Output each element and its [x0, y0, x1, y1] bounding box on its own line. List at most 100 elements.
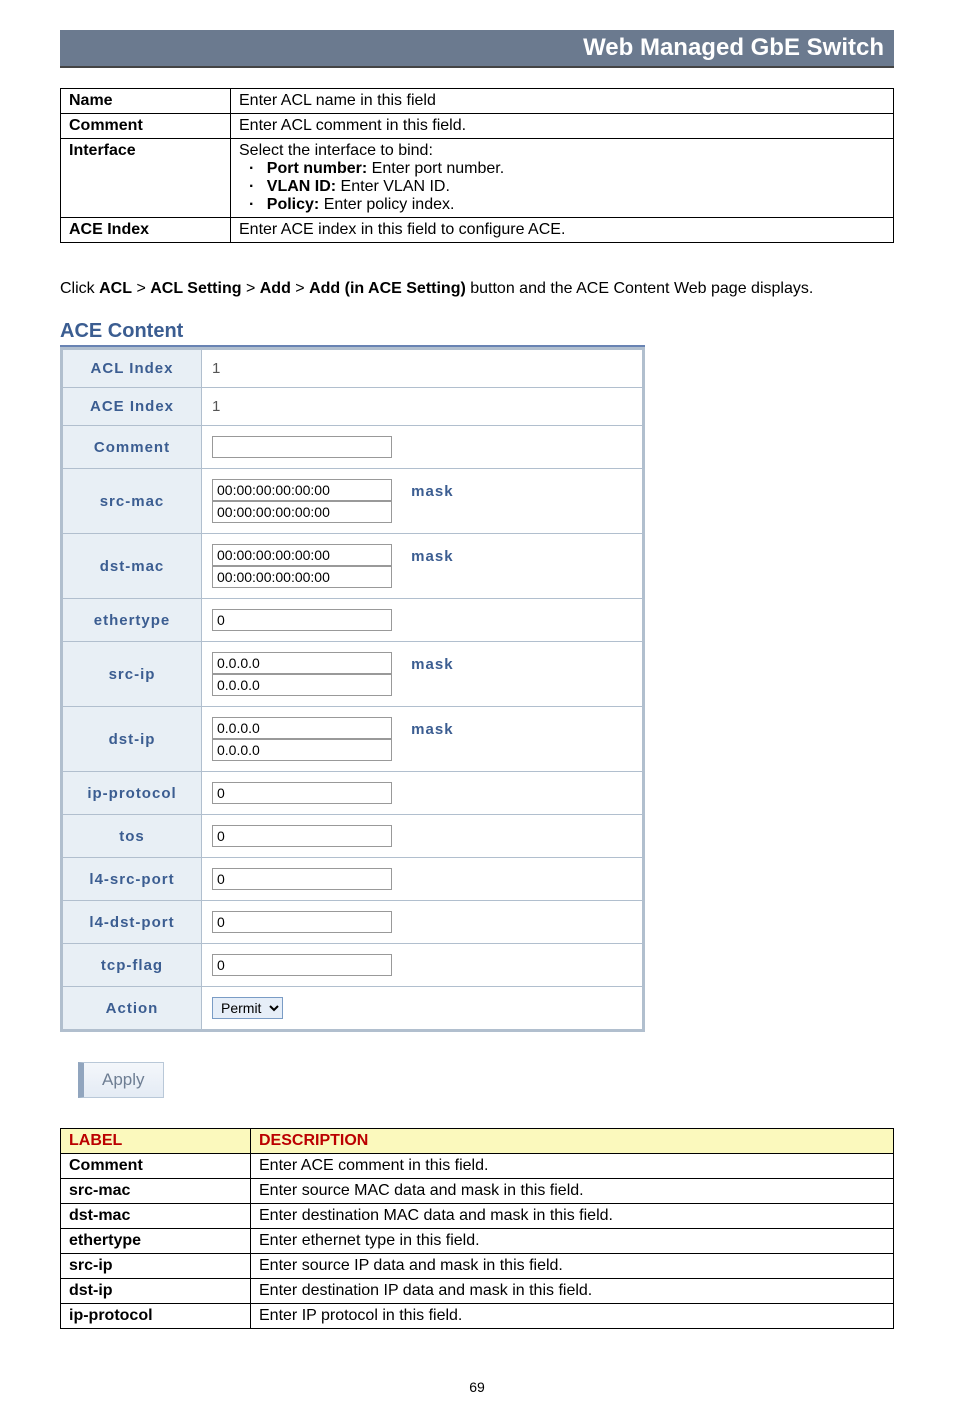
tcp-flag-label: tcp-flag	[62, 944, 202, 987]
table-row: src-ip mask	[62, 642, 644, 707]
page-number: 69	[60, 1379, 894, 1395]
param-label: Comment	[61, 1154, 251, 1179]
param-desc: Enter IP protocol in this field.	[251, 1304, 894, 1329]
ip-protocol-label: ip-protocol	[62, 772, 202, 815]
param-desc: Enter destination IP data and mask in th…	[251, 1279, 894, 1304]
param-desc: Enter ethernet type in this field.	[251, 1229, 894, 1254]
param-label: ethertype	[61, 1229, 251, 1254]
comment-input[interactable]	[212, 436, 392, 458]
param-desc: Enter ACE index in this field to configu…	[231, 218, 894, 243]
mask-label: mask	[411, 721, 453, 738]
param-label: dst-mac	[61, 1204, 251, 1229]
l4-src-port-input[interactable]	[212, 868, 392, 890]
ace-content-title: ACE Content	[60, 320, 645, 347]
acl-index-value: 1	[202, 349, 644, 388]
mask-label: mask	[411, 656, 453, 673]
interface-item-bold: Policy:	[267, 196, 319, 213]
interface-item-rest: Enter policy index.	[319, 196, 454, 213]
table-row: ethertype	[62, 599, 644, 642]
param-label: dst-ip	[61, 1279, 251, 1304]
src-mac-mask-input[interactable]	[212, 501, 392, 523]
table-row: ACE Index 1	[62, 388, 644, 426]
param-desc: Enter ACL name in this field	[231, 89, 894, 114]
param-desc: Enter source IP data and mask in this fi…	[251, 1254, 894, 1279]
param-desc: Enter source MAC data and mask in this f…	[251, 1179, 894, 1204]
page-header: Web Managed GbE Switch	[60, 30, 894, 68]
interface-desc: Select the interface to bind:	[239, 142, 433, 159]
table-row: ip-protocol	[62, 772, 644, 815]
mask-label: mask	[411, 548, 453, 565]
apply-button[interactable]: Apply	[78, 1062, 164, 1098]
table-row: Interface Select the interface to bind: …	[61, 139, 894, 218]
table-row: ethertypeEnter ethernet type in this fie…	[61, 1229, 894, 1254]
acl-index-label: ACL Index	[62, 349, 202, 388]
interface-item-rest: Enter port number.	[367, 160, 504, 177]
table-row: Action Permit	[62, 987, 644, 1031]
action-select[interactable]: Permit	[212, 997, 283, 1019]
src-mac-label: src-mac	[62, 469, 202, 534]
table-row: ACL Index 1	[62, 349, 644, 388]
param-label: src-mac	[61, 1179, 251, 1204]
action-label: Action	[62, 987, 202, 1031]
param-table-1: Name Enter ACL name in this field Commen…	[60, 88, 894, 243]
table-row: CommentEnter ACE comment in this field.	[61, 1154, 894, 1179]
table-row: ip-protocolEnter IP protocol in this fie…	[61, 1304, 894, 1329]
table-row: l4-src-port	[62, 858, 644, 901]
src-ip-input[interactable]	[212, 652, 392, 674]
param-label: src-ip	[61, 1254, 251, 1279]
tcp-flag-input[interactable]	[212, 954, 392, 976]
param-desc: Enter ACE comment in this field.	[251, 1154, 894, 1179]
interface-item-bold: VLAN ID:	[267, 178, 336, 195]
src-ip-label: src-ip	[62, 642, 202, 707]
dst-ip-input[interactable]	[212, 717, 392, 739]
mask-label: mask	[411, 483, 453, 500]
table-row: src-ipEnter source IP data and mask in t…	[61, 1254, 894, 1279]
label-header: LABEL	[61, 1129, 251, 1154]
table-row: Comment Enter ACL comment in this field.	[61, 114, 894, 139]
dst-ip-mask-input[interactable]	[212, 739, 392, 761]
ip-protocol-input[interactable]	[212, 782, 392, 804]
ethertype-input[interactable]	[212, 609, 392, 631]
table-row: dst-macEnter destination MAC data and ma…	[61, 1204, 894, 1229]
table-row: Name Enter ACL name in this field	[61, 89, 894, 114]
table-row: dst-mac mask	[62, 534, 644, 599]
param-label: Interface	[61, 139, 231, 218]
tos-label: tos	[62, 815, 202, 858]
interface-item-rest: Enter VLAN ID.	[336, 178, 450, 195]
instruction-text: Click ACL > ACL Setting > Add > Add (in …	[60, 273, 894, 305]
l4-dst-port-label: l4-dst-port	[62, 901, 202, 944]
param-label: ip-protocol	[61, 1304, 251, 1329]
description-header: DESCRIPTION	[251, 1129, 894, 1154]
param-desc: Select the interface to bind: Port numbe…	[231, 139, 894, 218]
table-row: src-macEnter source MAC data and mask in…	[61, 1179, 894, 1204]
dst-ip-label: dst-ip	[62, 707, 202, 772]
param-desc: Enter destination MAC data and mask in t…	[251, 1204, 894, 1229]
ace-index-label: ACE Index	[62, 388, 202, 426]
table-row: Comment	[62, 426, 644, 469]
table-header-row: LABEL DESCRIPTION	[61, 1129, 894, 1154]
l4-dst-port-input[interactable]	[212, 911, 392, 933]
src-mac-input[interactable]	[212, 479, 392, 501]
param-label: Comment	[61, 114, 231, 139]
param-label: Name	[61, 89, 231, 114]
interface-item-bold: Port number:	[267, 160, 367, 177]
param-label: ACE Index	[61, 218, 231, 243]
table-row: ACE Index Enter ACE index in this field …	[61, 218, 894, 243]
table-row: src-mac mask	[62, 469, 644, 534]
dst-mac-input[interactable]	[212, 544, 392, 566]
ace-content-table: ACL Index 1 ACE Index 1 Comment src-mac …	[60, 347, 645, 1032]
src-ip-mask-input[interactable]	[212, 674, 392, 696]
table-row: dst-ip mask	[62, 707, 644, 772]
table-row: tcp-flag	[62, 944, 644, 987]
dst-mac-mask-input[interactable]	[212, 566, 392, 588]
comment-label: Comment	[62, 426, 202, 469]
table-row: l4-dst-port	[62, 901, 644, 944]
tos-input[interactable]	[212, 825, 392, 847]
param-table-2: LABEL DESCRIPTION CommentEnter ACE comme…	[60, 1128, 894, 1329]
l4-src-port-label: l4-src-port	[62, 858, 202, 901]
table-row: tos	[62, 815, 644, 858]
ace-index-value: 1	[202, 388, 644, 426]
table-row: dst-ipEnter destination IP data and mask…	[61, 1279, 894, 1304]
ethertype-label: ethertype	[62, 599, 202, 642]
dst-mac-label: dst-mac	[62, 534, 202, 599]
